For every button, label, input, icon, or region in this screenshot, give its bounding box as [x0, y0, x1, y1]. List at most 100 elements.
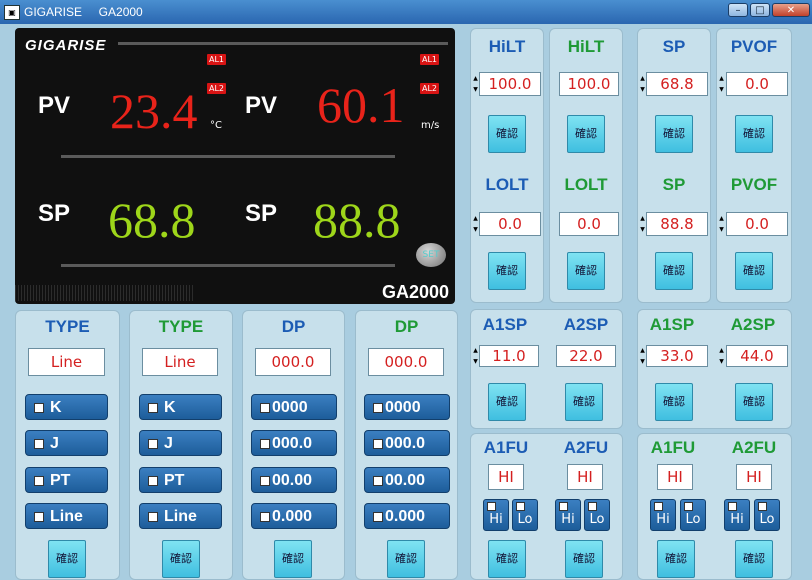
- a1sp-value-right[interactable]: 33.0: [646, 345, 708, 367]
- a2sp-value-left[interactable]: 22.0: [556, 345, 616, 367]
- a1sp-spinner-right[interactable]: ▲ ▼: [639, 345, 646, 367]
- a1sp-confirm-button-right[interactable]: 確認: [655, 383, 693, 421]
- lolt-spinner-1[interactable]: ▲ ▼: [472, 213, 479, 235]
- a2fu-value-left[interactable]: HI: [567, 464, 603, 490]
- pv2-unit: m/s: [421, 120, 440, 131]
- dp-value-2[interactable]: 000.0: [368, 348, 444, 376]
- dp-option-00.00-1[interactable]: 00.00: [251, 467, 337, 493]
- a1fu-lo-option-left[interactable]: Lo: [512, 499, 538, 531]
- a1fu-hi-option-right[interactable]: Hi: [650, 499, 676, 531]
- type-option-j-2[interactable]: J: [139, 430, 222, 456]
- dp-option-000.0-2[interactable]: 000.0: [364, 430, 450, 456]
- a1fu-value-right[interactable]: HI: [657, 464, 693, 490]
- dp-option-00.00-2[interactable]: 00.00: [364, 467, 450, 493]
- a2sp-value-right[interactable]: 44.0: [726, 345, 788, 367]
- lolt-value-1[interactable]: 0.0: [479, 212, 541, 236]
- sp-value-2[interactable]: 88.8: [646, 212, 708, 236]
- type-option-line-2[interactable]: Line: [139, 503, 222, 529]
- a1fu-hi-option-left[interactable]: Hi: [483, 499, 509, 531]
- pvof-value-2[interactable]: 0.0: [726, 212, 788, 236]
- set-button[interactable]: SET: [416, 243, 446, 267]
- type-title-2: TYPE: [158, 317, 204, 336]
- a2fu-lo-option-left[interactable]: Lo: [584, 499, 610, 531]
- sp-spinner-1[interactable]: ▲ ▼: [639, 73, 646, 95]
- a1fu-confirm-button-right[interactable]: 確認: [657, 540, 695, 578]
- hilt-value-1[interactable]: 100.0: [479, 72, 541, 96]
- a1sp-spinner-left[interactable]: ▲ ▼: [472, 345, 479, 367]
- sp1-value: 68.8: [108, 192, 196, 248]
- hilt-spinner-1[interactable]: ▲ ▼: [472, 73, 479, 95]
- pvof-value-1[interactable]: 0.0: [726, 72, 788, 96]
- pvof-confirm-button-2[interactable]: 確認: [735, 252, 773, 290]
- a2sp-title-left: A2SP: [563, 315, 609, 334]
- type-option-pt-2[interactable]: PT: [139, 467, 222, 493]
- a2fu-value-right[interactable]: HI: [736, 464, 772, 490]
- a2sp-spinner-right[interactable]: ▲ ▼: [718, 345, 725, 367]
- type-value-1[interactable]: Line: [28, 348, 105, 376]
- dp-option-0000-1[interactable]: 0000: [251, 394, 337, 420]
- checkbox-icon: [728, 502, 737, 511]
- lolt-confirm-button-2[interactable]: 確認: [567, 252, 605, 290]
- sp-value-1[interactable]: 68.8: [646, 72, 708, 96]
- sp-panel: SP ▲ ▼ 68.8 確認 SP ▲ ▼ 88.8 確認: [637, 28, 711, 303]
- type-option-line-1[interactable]: Line: [25, 503, 108, 529]
- close-button[interactable]: ✕: [772, 3, 810, 17]
- checkbox-icon: [34, 403, 44, 413]
- checkbox-icon: [260, 476, 270, 486]
- pv1-value: 23.4: [110, 83, 198, 139]
- hilt-lolt-panel-2: HiLT 100.0 確認 LOLT 0.0 確認: [549, 28, 623, 303]
- type-value-2[interactable]: Line: [142, 348, 218, 376]
- dp-value-1[interactable]: 000.0: [255, 348, 331, 376]
- minimize-button[interactable]: –: [728, 3, 748, 17]
- type-option-k-2[interactable]: K: [139, 394, 222, 420]
- type-option-pt-1[interactable]: PT: [25, 467, 108, 493]
- sp-confirm-button-2[interactable]: 確認: [655, 252, 693, 290]
- a1fu-lo-option-right[interactable]: Lo: [680, 499, 706, 531]
- a1fu-confirm-button-left[interactable]: 確認: [488, 540, 526, 578]
- dp-confirm-button-2[interactable]: 確認: [387, 540, 425, 578]
- sp-spinner-2[interactable]: ▲ ▼: [639, 213, 646, 235]
- app-icon[interactable]: ▣: [4, 5, 20, 20]
- type-option-j-1[interactable]: J: [25, 430, 108, 456]
- dp-title-1: DP: [281, 317, 306, 336]
- checkbox-icon: [34, 439, 44, 449]
- a1fu-value-left[interactable]: HI: [488, 464, 524, 490]
- dp-panel-2: DP 000.0 0000 000.0 00.00 0.000 確認: [355, 310, 458, 580]
- dp-title-2: DP: [394, 317, 419, 336]
- hilt-confirm-button-2[interactable]: 確認: [567, 115, 605, 153]
- dp-option-0000-2[interactable]: 0000: [364, 394, 450, 420]
- type-option-k-1[interactable]: K: [25, 394, 108, 420]
- a2fu-confirm-button-left[interactable]: 確認: [565, 540, 603, 578]
- a2fu-lo-option-right[interactable]: Lo: [754, 499, 780, 531]
- type-confirm-button-2[interactable]: 確認: [162, 540, 200, 578]
- checkbox-icon: [758, 502, 767, 511]
- pvof-spinner-1[interactable]: ▲ ▼: [718, 73, 725, 95]
- checkbox-icon: [373, 476, 383, 486]
- al2-indicator-right: AL2: [420, 83, 440, 94]
- hilt-value-2[interactable]: 100.0: [559, 72, 619, 96]
- dp-option-0.000-2[interactable]: 0.000: [364, 503, 450, 529]
- sp-label-right: SP: [245, 200, 278, 227]
- type-confirm-button-1[interactable]: 確認: [48, 540, 86, 578]
- type-title-1: TYPE: [45, 317, 90, 336]
- hilt-confirm-button-1[interactable]: 確認: [488, 115, 526, 153]
- lolt-confirm-button-1[interactable]: 確認: [488, 252, 526, 290]
- a2sp-confirm-button-right[interactable]: 確認: [735, 383, 773, 421]
- dp-option-0.000-1[interactable]: 0.000: [251, 503, 337, 529]
- a2sp-confirm-button-left[interactable]: 確認: [565, 383, 603, 421]
- hilt-title-2: HiLT: [567, 37, 605, 56]
- a2fu-hi-option-right[interactable]: Hi: [724, 499, 750, 531]
- maximize-button[interactable]: □: [750, 3, 770, 17]
- lolt-value-2[interactable]: 0.0: [559, 212, 619, 236]
- sp-confirm-button-1[interactable]: 確認: [655, 115, 693, 153]
- pvof-spinner-2[interactable]: ▲ ▼: [718, 213, 725, 235]
- a1sp-confirm-button-left[interactable]: 確認: [488, 383, 526, 421]
- dp-confirm-button-1[interactable]: 確認: [274, 540, 312, 578]
- dp-option-000.0-1[interactable]: 000.0: [251, 430, 337, 456]
- pvof-confirm-button-1[interactable]: 確認: [735, 115, 773, 153]
- a1sp-value-left[interactable]: 11.0: [479, 345, 539, 367]
- pvof-panel: PVOF ▲ ▼ 0.0 確認 PVOF ▲ ▼ 0.0 確認: [716, 28, 792, 303]
- a2fu-confirm-button-right[interactable]: 確認: [735, 540, 773, 578]
- alarm-sp-panel-right: A1SP A2SP ▲ ▼ 33.0 ▲ ▼ 44.0 確認 確認: [637, 309, 792, 429]
- a2fu-hi-option-left[interactable]: Hi: [555, 499, 581, 531]
